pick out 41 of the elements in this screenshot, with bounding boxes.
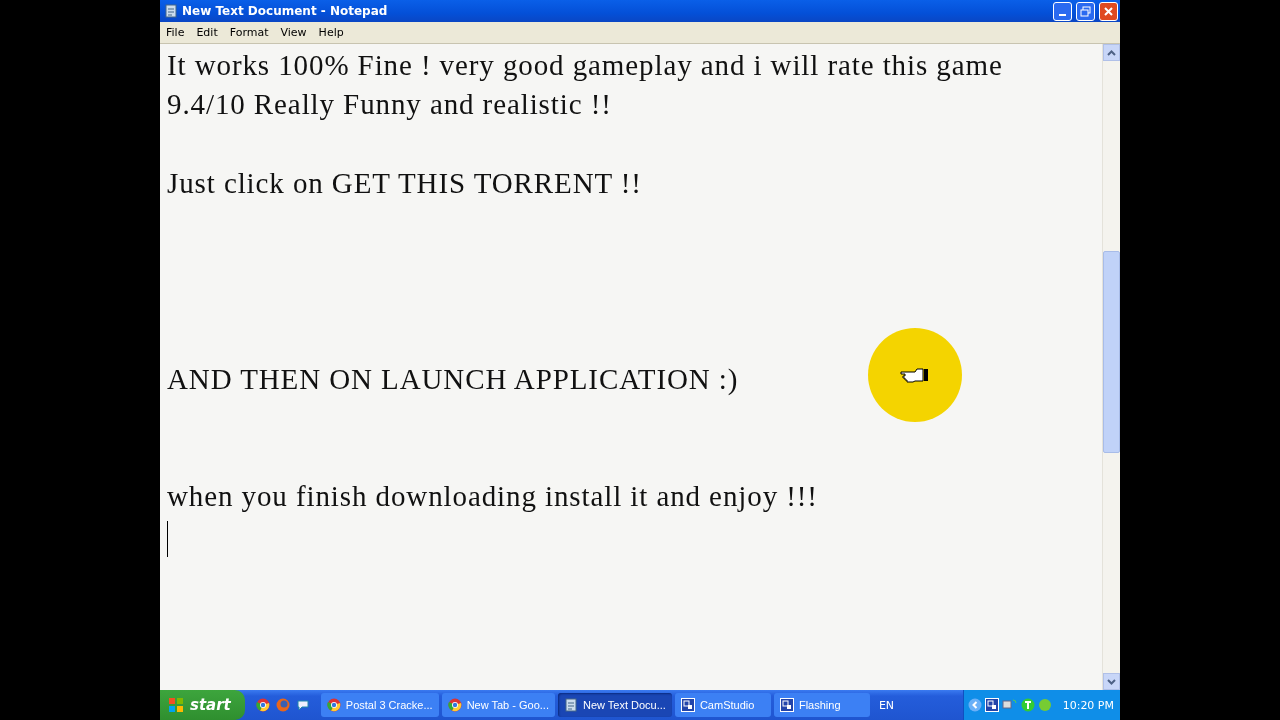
- taskbar-button[interactable]: New Text Docu...: [557, 693, 672, 717]
- chevron-left-icon[interactable]: [967, 698, 982, 712]
- network-icon[interactable]: [1001, 698, 1018, 712]
- menu-item[interactable]: Format: [223, 26, 275, 39]
- taskbar-button[interactable]: Flashing: [773, 693, 870, 717]
- menu-item[interactable]: Help: [312, 26, 350, 39]
- window-title: New Text Document - Notepad: [182, 4, 389, 18]
- language-indicator[interactable]: EN: [878, 698, 895, 712]
- browser-icon: [447, 698, 462, 712]
- taskbar-button[interactable]: New Tab - Goo...: [441, 693, 555, 717]
- fox-globe-icon[interactable]: [275, 698, 290, 712]
- menu-item[interactable]: Edit: [190, 26, 224, 39]
- close-button[interactable]: [1099, 1, 1118, 21]
- menu-item[interactable]: View: [274, 26, 313, 39]
- window-app-icon: [984, 698, 999, 712]
- menu-item[interactable]: File: [160, 26, 191, 39]
- chat-bubble-icon[interactable]: [295, 698, 310, 712]
- torrent-icon[interactable]: [1020, 698, 1035, 712]
- restore-icon: [1080, 5, 1091, 17]
- restore-button[interactable]: [1076, 1, 1095, 21]
- text-caret: [167, 520, 168, 557]
- start-button[interactable]: start: [160, 690, 245, 720]
- browser-icon: [255, 698, 270, 712]
- window-app-icon: [680, 698, 695, 712]
- hand-pointer-icon: [900, 366, 930, 384]
- clock: 10:20 PM: [1062, 698, 1114, 712]
- scroll-down-icon[interactable]: [1107, 678, 1116, 685]
- browser-icon: [326, 698, 341, 712]
- close-icon: [1103, 5, 1114, 17]
- taskbar-button[interactable]: CamStudio: [674, 693, 771, 717]
- minimize-button[interactable]: [1053, 1, 1072, 21]
- notepad-icon: [164, 4, 178, 18]
- scroll-up-icon[interactable]: [1107, 49, 1116, 56]
- minimize-icon: [1059, 14, 1066, 16]
- window-app-icon: [779, 698, 794, 712]
- taskbar-button[interactable]: Postal 3 Cracke...: [320, 693, 439, 717]
- scrollbar-thumb[interactable]: [1103, 251, 1120, 453]
- notepad-icon: [563, 698, 578, 712]
- windows-logo-icon: [168, 697, 184, 713]
- vertical-scrollbar[interactable]: [1102, 44, 1120, 690]
- tray-app-icon[interactable]: [1037, 698, 1052, 712]
